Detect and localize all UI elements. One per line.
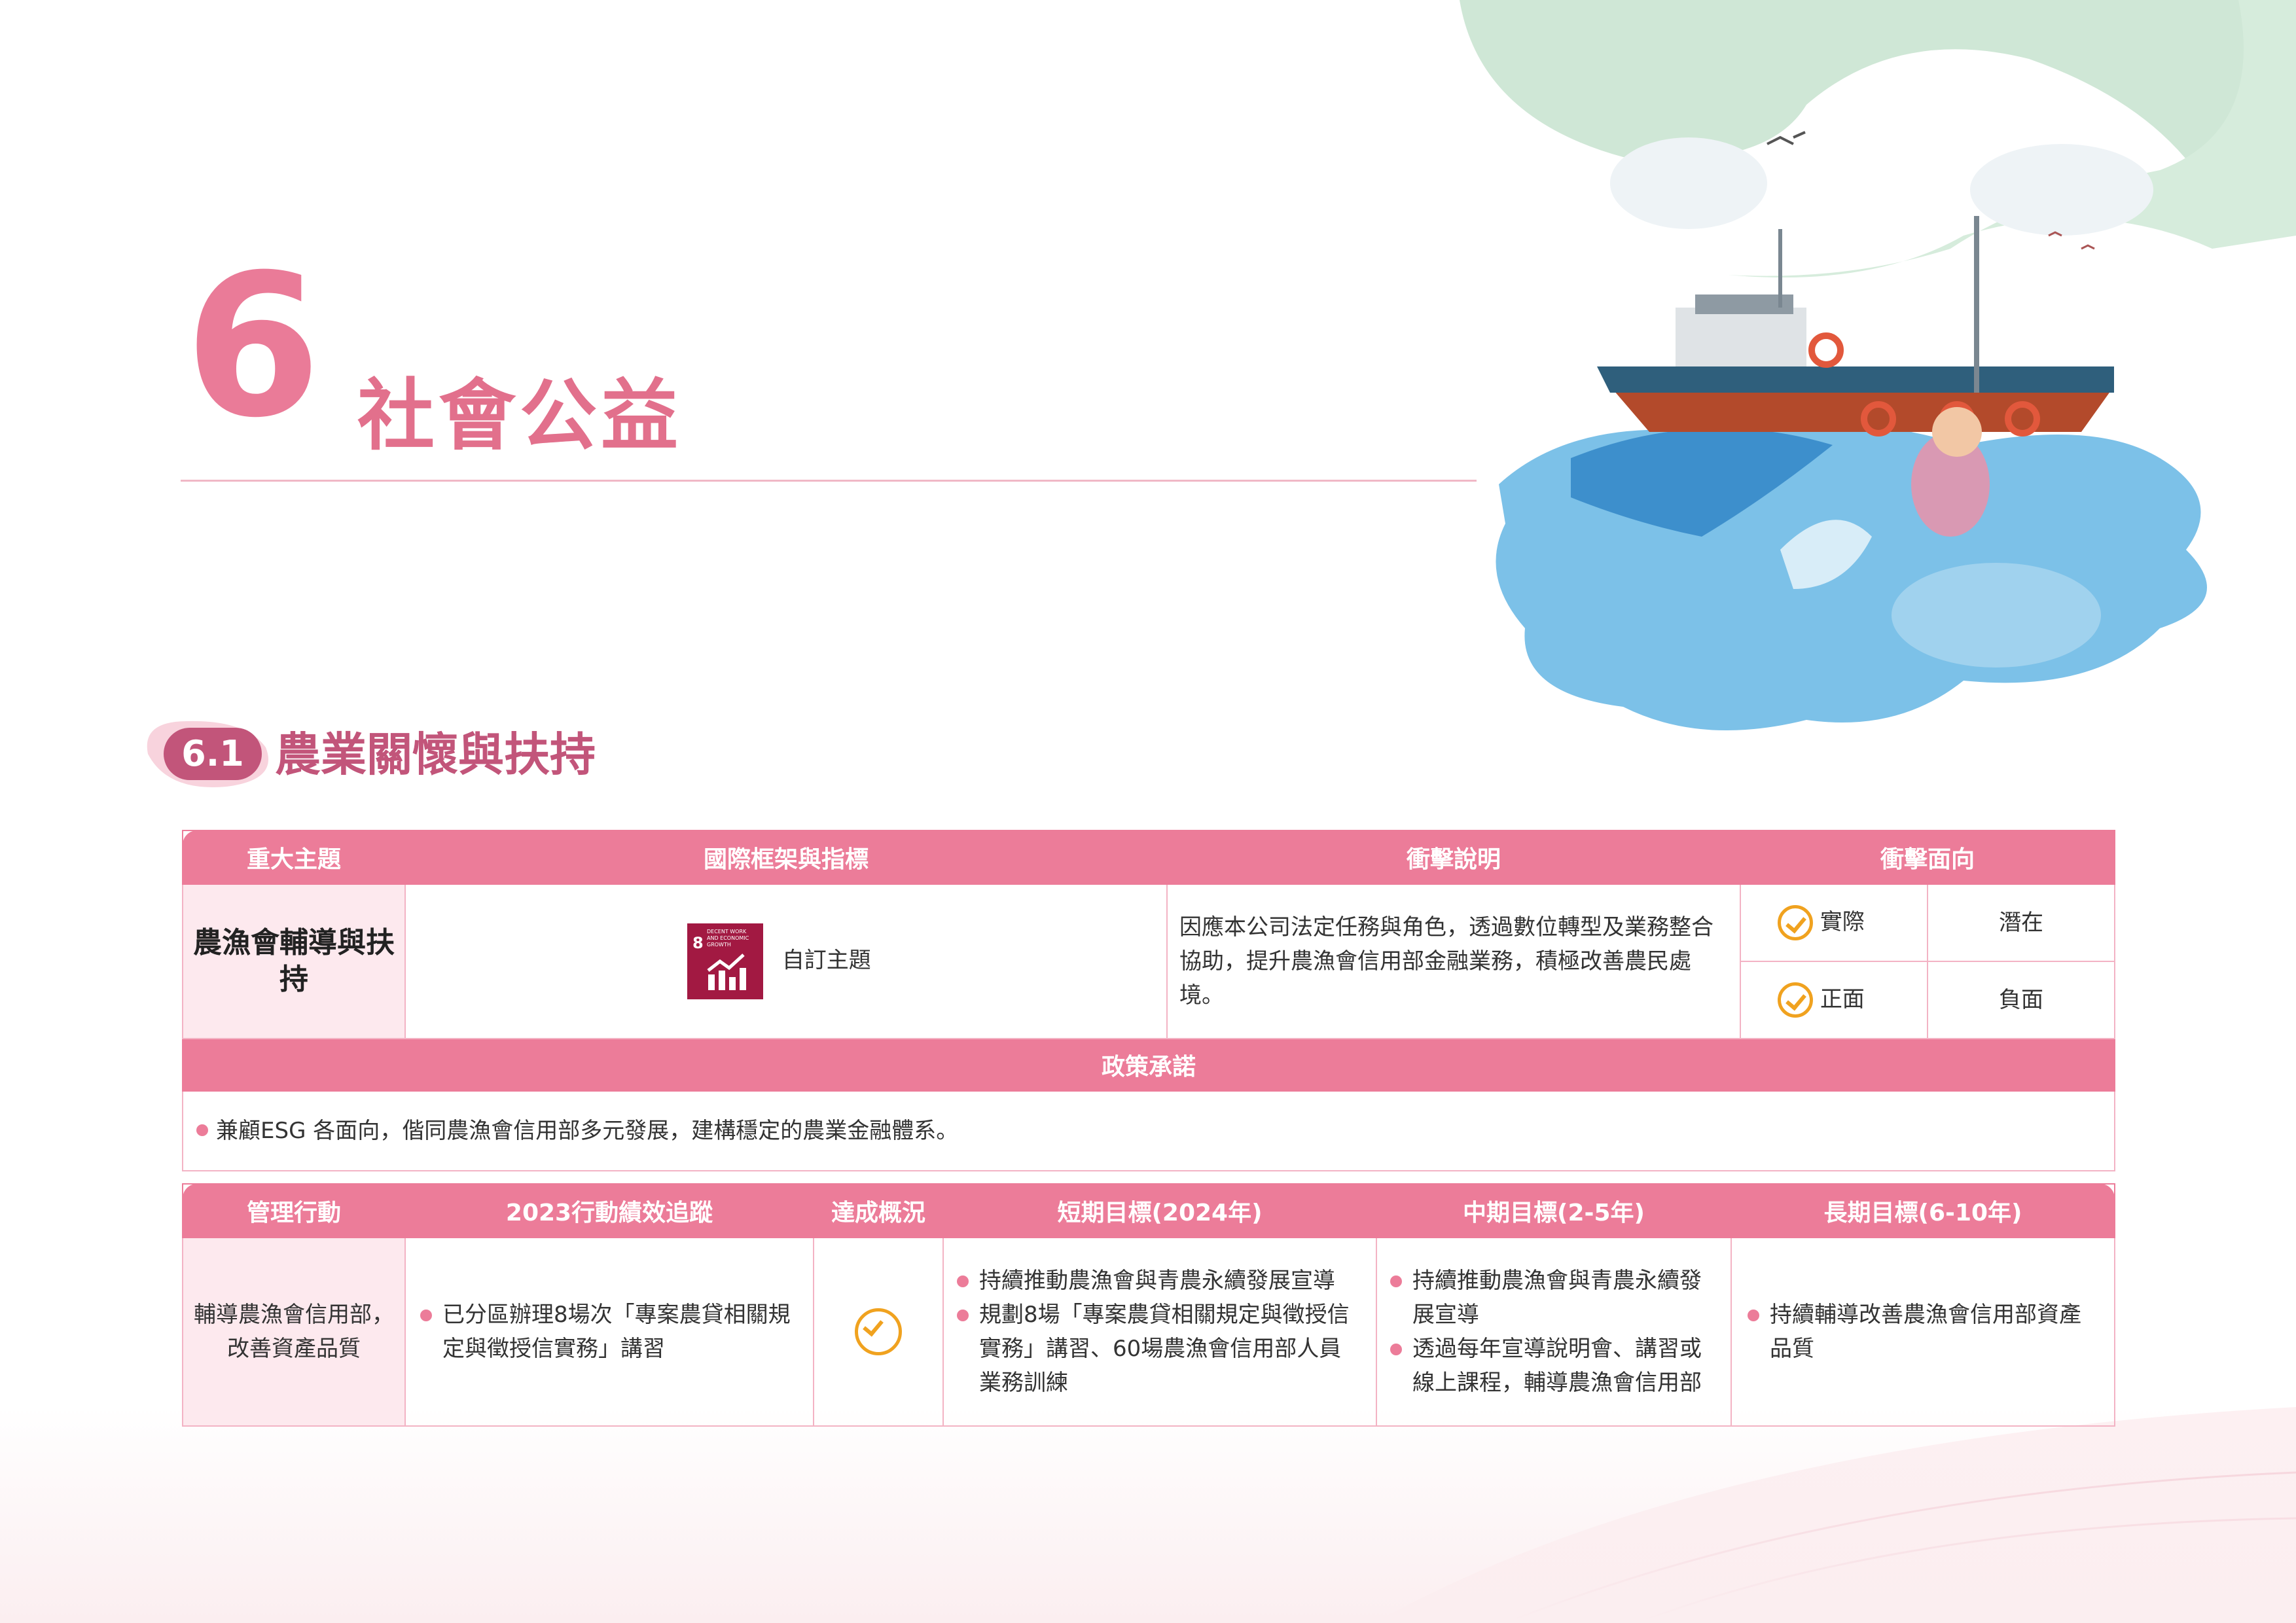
aspect-positive: 正面 (1820, 986, 1865, 1012)
chapter-number: 6 (185, 232, 321, 461)
check-icon (855, 1308, 902, 1355)
framework-text: 自訂主題 (781, 947, 871, 974)
header-action: 管理行動 (182, 1183, 406, 1238)
chapter-title: 社會公益 (357, 370, 683, 461)
growth-chart-icon (707, 954, 746, 990)
bullet-icon (1748, 1310, 1759, 1321)
chapter-divider (181, 480, 1477, 482)
aspect-potential: 潛在 (1999, 910, 2043, 936)
aspect-positive-cell: 正面 (1740, 961, 1928, 1039)
list-item: 已分區辦理8場次「專案農貸相關規定與徵授信實務」講習 (420, 1298, 798, 1366)
material-topic-table: 重大主題 國際框架與指標 衝擊說明 衝擊面向 農漁會輔導與扶持 8 DECENT… (181, 830, 2116, 1171)
performance-cell: 已分區辦理8場次「專案農貸相關規定與徵授信實務」講習 (404, 1237, 814, 1427)
aspect-negative: 負面 (1999, 987, 2043, 1013)
management-action-table: 管理行動 2023行動績效追蹤 達成概況 短期目標(2024年) 中期目標(2-… (182, 1183, 2115, 1427)
bullet-icon (196, 1124, 208, 1136)
aspect-potential-cell: 潛在 (1926, 883, 2116, 962)
action-cell: 輔導農漁會信用部，改善資產品質 (182, 1237, 406, 1427)
list-item: 規劃8場「專案農貸相關規定與徵授信實務」講習、60場農漁會信用部人員業務訓練 (957, 1298, 1363, 1400)
topic-cell: 農漁會輔導與扶持 (182, 883, 406, 1039)
bullet-icon (957, 1275, 969, 1287)
mid-term-cell: 持續推動農漁會與青農永續發展宣導 透過每年宣導說明會、講習或線上課程，輔導農漁會… (1376, 1237, 1732, 1427)
list-item: 持續輔導改善農漁會信用部資產品質 (1748, 1298, 2098, 1366)
bullet-icon (1390, 1344, 1402, 1355)
header-topic: 重大主題 (182, 830, 406, 885)
policy-cell: 兼顧ESG 各面向，偕同農漁會信用部多元發展，建構穩定的農業金融體系。 (181, 1090, 2116, 1171)
header-performance: 2023行動績效追蹤 (404, 1183, 814, 1238)
bullet-icon (957, 1310, 969, 1321)
status-cell (813, 1237, 944, 1427)
sdg-number: 8 (692, 934, 704, 952)
header-long-term: 長期目標(6-10年) (1731, 1183, 2115, 1238)
impact-desc-cell: 因應本公司法定任務與角色，透過數位轉型及業務整合協助，提升農漁會信用部金融業務，… (1166, 883, 1741, 1039)
check-icon (1778, 982, 1813, 1018)
list-item: 持續推動農漁會與青農永續發展宣導 (957, 1264, 1363, 1298)
page-footer-fade (0, 1407, 2296, 1623)
section-number-badge: 6.1 (164, 728, 262, 780)
impact-desc-text: 因應本公司法定任務與角色，透過數位轉型及業務整合協助，提升農漁會信用部金融業務，… (1179, 914, 1713, 1008)
header-short-term: 短期目標(2024年) (942, 1183, 1377, 1238)
sdg8-icon: 8 DECENT WORK AND ECONOMIC GROWTH (687, 923, 763, 999)
header-policy: 政策承諾 (181, 1038, 2116, 1092)
bullet-icon (1390, 1275, 1402, 1287)
header-status: 達成概況 (813, 1183, 944, 1238)
long-term-cell: 持續輔導改善農漁會信用部資產品質 (1731, 1237, 2115, 1427)
short-term-cell: 持續推動農漁會與青農永續發展宣導 規劃8場「專案農貸相關規定與徵授信實務」講習、… (942, 1237, 1377, 1427)
header-mid-term: 中期目標(2-5年) (1376, 1183, 1732, 1238)
aspect-negative-cell: 負面 (1926, 961, 2116, 1039)
action-text: 輔導農漁會信用部，改善資產品質 (194, 1302, 394, 1362)
sdg-label: DECENT WORK AND ECONOMIC GROWTH (707, 929, 749, 948)
bullet-icon (420, 1310, 432, 1321)
header-impact-desc: 衝擊說明 (1166, 830, 1741, 885)
section-title: 農業關懷與扶持 (275, 728, 596, 781)
header-impact-aspect: 衝擊面向 (1739, 830, 2116, 885)
framework-cell: 8 DECENT WORK AND ECONOMIC GROWTH 自訂主題 (404, 883, 1168, 1039)
topic-text: 農漁會輔導與扶持 (193, 926, 395, 996)
check-icon (1778, 905, 1813, 941)
list-item: 透過每年宣導說明會、講習或線上課程，輔導農漁會信用部 (1390, 1332, 1717, 1400)
header-framework: 國際框架與指標 (404, 830, 1168, 885)
aspect-actual: 實際 (1820, 908, 1865, 935)
list-item: 持續推動農漁會與青農永續發展宣導 (1390, 1264, 1717, 1332)
policy-text: 兼顧ESG 各面向，偕同農漁會信用部多元發展，建構穩定的農業金融體系。 (216, 1118, 959, 1144)
aspect-actual-cell: 實際 (1740, 883, 1928, 962)
